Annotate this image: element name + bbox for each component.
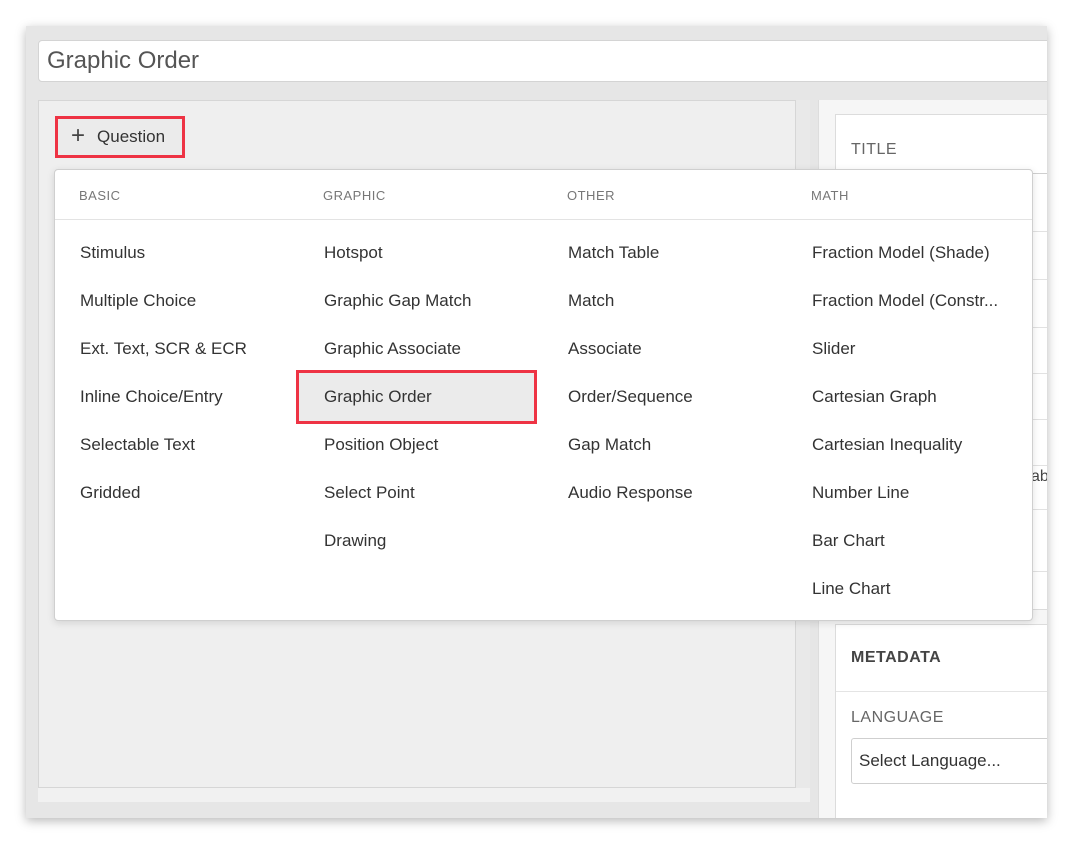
menu-item-cartesian-inequality[interactable]: Cartesian Inequality [787, 421, 1022, 469]
editor-window: + Question TITLE ab METADATA LANGUAGE Se… [26, 26, 1047, 818]
menu-column-other: Match Table Match Associate Order/Sequen… [543, 229, 778, 517]
menu-item-select-point[interactable]: Select Point [299, 469, 534, 517]
menu-item-match[interactable]: Match [543, 277, 778, 325]
menu-item-bar-chart[interactable]: Bar Chart [787, 517, 1022, 565]
language-label: LANGUAGE [851, 709, 944, 726]
menu-item-selectable-text[interactable]: Selectable Text [55, 421, 290, 469]
menu-item-gridded[interactable]: Gridded [55, 469, 290, 517]
menu-item-inline-choice[interactable]: Inline Choice/Entry [55, 373, 290, 421]
menu-item-multiple-choice[interactable]: Multiple Choice [55, 277, 290, 325]
column-header-basic: BASIC [79, 188, 121, 203]
column-header-other: OTHER [567, 188, 615, 203]
metadata-card: METADATA LANGUAGE Select Language... [835, 624, 1047, 818]
column-header-graphic: GRAPHIC [323, 188, 386, 203]
add-question-label: Question [97, 127, 166, 146]
questions-panel-footer [38, 788, 810, 802]
menu-column-math: Fraction Model (Shade) Fraction Model (C… [787, 229, 1022, 613]
menu-item-gap-match[interactable]: Gap Match [543, 421, 778, 469]
menu-item-slider[interactable]: Slider [787, 325, 1022, 373]
menu-header-row: BASIC GRAPHIC OTHER MATH [55, 170, 1032, 220]
plus-icon: + [71, 121, 86, 149]
menu-item-hotspot[interactable]: Hotspot [299, 229, 534, 277]
menu-item-ext-text[interactable]: Ext. Text, SCR & ECR [55, 325, 290, 373]
menu-item-match-table[interactable]: Match Table [543, 229, 778, 277]
menu-item-graphic-order[interactable]: Graphic Order [296, 370, 537, 424]
document-title-input[interactable] [38, 40, 1047, 82]
language-select[interactable]: Select Language... [851, 738, 1047, 784]
menu-item-line-chart[interactable]: Line Chart [787, 565, 1022, 613]
menu-item-graphic-gap-match[interactable]: Graphic Gap Match [299, 277, 534, 325]
add-question-button[interactable]: + Question [55, 116, 185, 158]
menu-item-position-object[interactable]: Position Object [299, 421, 534, 469]
menu-item-order-sequence[interactable]: Order/Sequence [543, 373, 778, 421]
menu-item-stimulus[interactable]: Stimulus [55, 229, 290, 277]
menu-item-graphic-associate[interactable]: Graphic Associate [299, 325, 534, 373]
menu-item-number-line[interactable]: Number Line [787, 469, 1022, 517]
metadata-divider [836, 691, 1047, 692]
title-field-label: TITLE [851, 141, 898, 158]
column-header-math: MATH [811, 188, 849, 203]
property-value-text: ab [1031, 468, 1047, 485]
menu-item-associate[interactable]: Associate [543, 325, 778, 373]
menu-item-audio-response[interactable]: Audio Response [543, 469, 778, 517]
menu-item-fraction-model-shade[interactable]: Fraction Model (Shade) [787, 229, 1022, 277]
menu-column-basic: Stimulus Multiple Choice Ext. Text, SCR … [55, 229, 290, 517]
menu-item-drawing[interactable]: Drawing [299, 517, 534, 565]
menu-item-fraction-model-construct[interactable]: Fraction Model (Constr... [787, 277, 1022, 325]
metadata-header: METADATA [851, 649, 942, 666]
question-type-menu: BASIC GRAPHIC OTHER MATH Stimulus Multip… [54, 169, 1033, 621]
menu-column-graphic: Hotspot Graphic Gap Match Graphic Associ… [296, 229, 537, 565]
menu-item-cartesian-graph[interactable]: Cartesian Graph [787, 373, 1022, 421]
